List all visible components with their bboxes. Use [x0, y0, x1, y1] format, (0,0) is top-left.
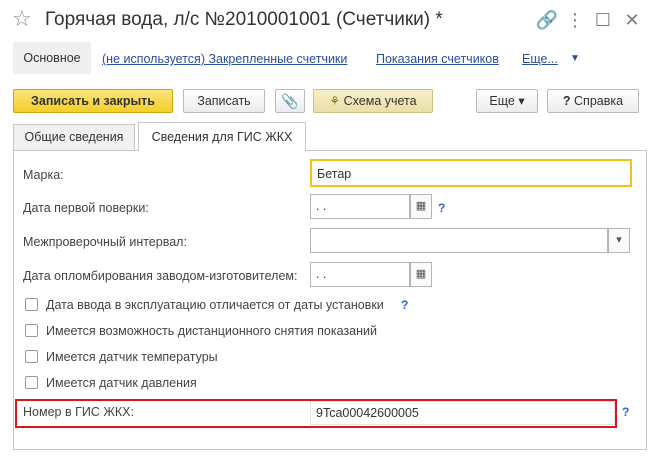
chevron-down-icon[interactable]: ▼: [570, 51, 580, 67]
calendar-icon[interactable]: ▦: [410, 194, 432, 219]
help-button[interactable]: ? Справка: [547, 89, 639, 113]
chevron-down-icon: ▾: [518, 94, 525, 108]
hierarchy-icon: ⚘: [329, 94, 341, 108]
help-question-icon[interactable]: ?: [401, 297, 408, 313]
help-question-icon[interactable]: ?: [438, 200, 445, 216]
interval-label: Межпроверочный интервал:: [23, 235, 187, 249]
checkbox-temperature-sensor[interactable]: [25, 350, 38, 363]
interval-select[interactable]: [310, 228, 608, 253]
paperclip-icon: 📎: [281, 93, 299, 109]
checkbox-pressure-sensor-label[interactable]: Имеется датчик давления: [46, 375, 197, 391]
more-button[interactable]: Еще ▾: [476, 89, 538, 113]
more-label: Еще: [489, 94, 515, 108]
window-bottom-edge: [0, 452, 660, 456]
seal-date-label: Дата опломбирования заводом-изготовителе…: [23, 269, 298, 283]
attachment-button[interactable]: 📎: [275, 89, 305, 113]
checkbox-remote-reading-label[interactable]: Имеется возможность дистанционного сняти…: [46, 323, 377, 339]
checkbox-pressure-sensor[interactable]: [25, 376, 38, 389]
save-and-close-button[interactable]: Записать и закрыть: [13, 89, 173, 113]
nav-link-more[interactable]: Еще...: [522, 51, 558, 67]
help-label: Справка: [574, 94, 624, 108]
calendar-icon[interactable]: ▦: [410, 262, 432, 287]
save-button[interactable]: Записать: [183, 89, 265, 113]
nav-main[interactable]: Основное: [13, 42, 91, 74]
brand-label: Марка:: [23, 168, 64, 182]
nav-link-attached-meters[interactable]: (не используется) Закрепленные счетчики: [102, 51, 347, 67]
checkbox-commission-date-differs-label[interactable]: Дата ввода в эксплуатацию отличается от …: [46, 297, 384, 313]
nav-link-meter-readings[interactable]: Показания счетчиков: [376, 51, 499, 67]
first-check-date-input[interactable]: . .: [310, 194, 410, 219]
seal-date-input[interactable]: . .: [310, 262, 410, 287]
tab-gis-info[interactable]: Сведения для ГИС ЖКХ: [138, 122, 306, 151]
first-check-date-label: Дата первой поверки:: [23, 201, 149, 215]
link-icon[interactable]: 🔗: [535, 8, 559, 32]
checkbox-remote-reading[interactable]: [25, 324, 38, 337]
metering-scheme-label: Схема учета: [343, 94, 417, 108]
dropdown-arrow-icon[interactable]: ▾: [608, 228, 630, 253]
metering-scheme-button[interactable]: ⚘ Схема учета: [313, 89, 433, 113]
checkbox-temperature-sensor-label[interactable]: Имеется датчик температуры: [46, 349, 218, 365]
window-title: Горячая вода, л/с №2010001001 (Счетчики)…: [45, 9, 443, 30]
maximize-icon[interactable]: ☐: [591, 8, 615, 32]
question-icon: ?: [562, 94, 571, 108]
close-icon[interactable]: ✕: [620, 8, 644, 32]
tab-general-info[interactable]: Общие сведения: [13, 124, 135, 150]
checkbox-commission-date-differs[interactable]: [25, 298, 38, 311]
more-menu-icon[interactable]: ⋮: [563, 8, 587, 32]
highlight-box: [15, 399, 617, 428]
brand-input[interactable]: Бетар: [310, 159, 632, 187]
favorite-star-icon[interactable]: ☆: [12, 7, 32, 31]
help-question-icon[interactable]: ?: [622, 404, 629, 420]
